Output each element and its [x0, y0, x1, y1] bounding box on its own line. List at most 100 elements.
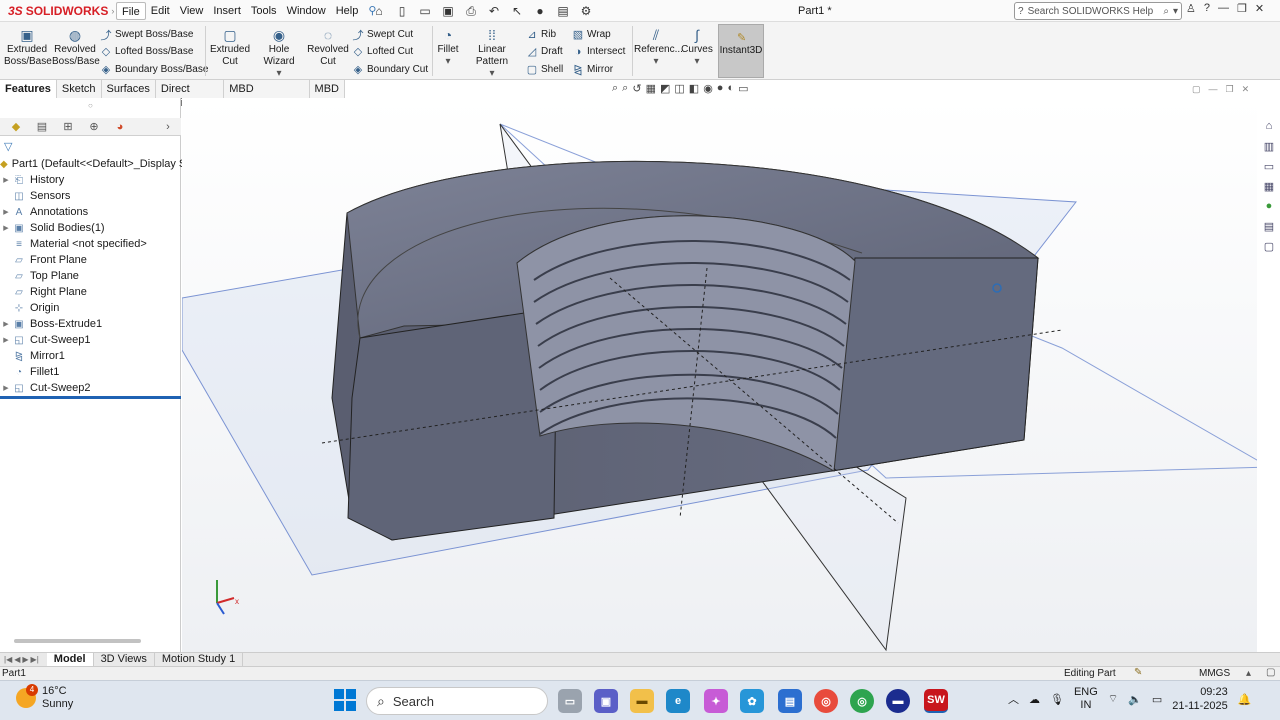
tab-model[interactable]: Model: [46, 652, 94, 667]
display-manager-tab-icon[interactable]: ◕: [110, 119, 130, 135]
swept-boss-button[interactable]: ⤴ Swept Boss/Base: [100, 27, 194, 42]
linear-pattern-dropdown-icon[interactable]: ▾: [463, 68, 521, 80]
reference-dropdown-icon[interactable]: ▾: [634, 56, 678, 68]
weather-widget[interactable]: 4 16°C Sunny: [16, 684, 73, 711]
rollback-bar[interactable]: [0, 396, 181, 399]
help-menu-icon[interactable]: ?: [1204, 2, 1210, 15]
tree-item[interactable]: ◫ Sensors: [0, 188, 181, 204]
prev-tab-icon[interactable]: ◀: [14, 655, 20, 664]
battery-icon[interactable]: ▭: [1152, 693, 1162, 706]
tree-item[interactable]: ▶ ◱ Cut-Sweep2: [0, 380, 181, 396]
tree-item[interactable]: ▶ ◱ Cut-Sweep1: [0, 332, 181, 348]
dynamic-annotation-icon[interactable]: ◩: [660, 82, 670, 95]
notifications-icon[interactable]: 🔔: [1238, 693, 1252, 706]
view-orientation-icon[interactable]: ◫: [674, 82, 684, 95]
hole-wizard-dropdown-icon[interactable]: ▾: [253, 68, 305, 80]
zoom-app-icon[interactable]: ▬: [886, 689, 910, 713]
wrap-button[interactable]: ▧ Wrap: [572, 27, 611, 42]
view-palette-icon[interactable]: ▦: [1261, 180, 1277, 196]
fillet-button[interactable]: ◔ Fillet ▾: [435, 26, 461, 68]
settings-app-icon[interactable]: ✿: [740, 689, 764, 713]
linear-pattern-button[interactable]: ⁞⁞ Linear Pattern ▾: [463, 26, 521, 80]
onedrive-icon[interactable]: ☁: [1029, 693, 1040, 706]
design-library-icon[interactable]: ▥: [1261, 140, 1277, 156]
graphics-area[interactable]: x: [182, 98, 1257, 652]
panel-grip-icon[interactable]: ○: [88, 101, 93, 110]
units-dropdown-icon[interactable]: ▴: [1246, 668, 1251, 679]
select-icon[interactable]: ↖: [508, 3, 526, 19]
curves-button[interactable]: ∫ Curves ▾: [680, 26, 714, 68]
viewport-close-icon[interactable]: ✕: [1242, 84, 1250, 95]
options-gear-icon[interactable]: ⚙: [577, 3, 595, 19]
close-icon[interactable]: ✕: [1255, 2, 1264, 15]
left-cut-face[interactable]: [347, 307, 558, 541]
hole-wizard-button[interactable]: ◉ Hole Wizard ▾: [253, 26, 305, 80]
scene-icon[interactable]: ◐: [727, 82, 734, 95]
rebuild-icon[interactable]: ●: [531, 3, 549, 19]
tree-item[interactable]: ▶ ⎗ History: [0, 172, 181, 188]
filter-icon[interactable]: ▽: [4, 140, 12, 153]
task-view-icon[interactable]: ▭: [558, 689, 582, 713]
search-input[interactable]: Search SOLIDWORKS Help: [1028, 6, 1160, 17]
logo-arrow-icon[interactable]: ›: [111, 6, 114, 16]
first-tab-icon[interactable]: |◀: [4, 655, 12, 664]
view-settings-icon[interactable]: ▭: [738, 82, 748, 95]
wifi-icon[interactable]: ⌔: [1108, 692, 1118, 706]
tree-item[interactable]: ⊹ Origin: [0, 300, 181, 316]
restore-icon[interactable]: ❐: [1237, 2, 1247, 15]
intersect-button[interactable]: ◑ Intersect: [572, 44, 626, 59]
store-icon[interactable]: ▤: [778, 689, 802, 713]
mirror-button[interactable]: ⧎ Mirror: [572, 62, 613, 77]
property-manager-tab-icon[interactable]: ▤: [32, 119, 52, 135]
viewport-restore-icon[interactable]: ▢: [1192, 84, 1201, 95]
tab-motion-study[interactable]: Motion Study 1: [155, 652, 244, 667]
new-document-icon[interactable]: ▯: [393, 3, 411, 19]
copilot-icon[interactable]: ✦: [704, 689, 728, 713]
rebuild-status-icon[interactable]: ✎: [1134, 667, 1142, 678]
tree-root[interactable]: ◆ Part1 (Default<<Default>_Display S: [0, 156, 186, 172]
open-icon[interactable]: ▭: [416, 3, 434, 19]
edit-appearance-icon[interactable]: ●: [717, 82, 724, 95]
tab-features[interactable]: Features: [0, 80, 57, 98]
model-view[interactable]: x: [182, 98, 1257, 652]
fillet-dropdown-icon[interactable]: ▾: [435, 56, 461, 68]
section-view-icon[interactable]: ▦: [646, 82, 656, 95]
tree-item[interactable]: ▶ ▣ Boss-Extrude1: [0, 316, 181, 332]
custom-properties-icon[interactable]: ▤: [1261, 220, 1277, 236]
next-tab-icon[interactable]: ▶: [22, 655, 28, 664]
shell-button[interactable]: ▢ Shell: [526, 62, 563, 77]
lofted-boss-button[interactable]: ◇ Lofted Boss/Base: [100, 44, 194, 59]
menu-insert[interactable]: Insert: [208, 2, 246, 20]
swept-cut-button[interactable]: ⤴ Swept Cut: [352, 27, 414, 42]
units-selector[interactable]: MMGS: [1199, 668, 1230, 679]
expand-panel-icon[interactable]: ›: [158, 119, 178, 135]
teams-icon[interactable]: ▣: [594, 689, 618, 713]
search-dropdown-icon[interactable]: ▾: [1173, 6, 1178, 17]
solidworks-logo[interactable]: 3S SOLIDWORKS ›: [8, 2, 114, 20]
tree-horizontal-scrollbar[interactable]: [14, 639, 141, 643]
chrome-icon[interactable]: ◎: [814, 689, 838, 713]
expand-arrow-icon[interactable]: ▶: [0, 208, 12, 216]
tab-scroll-arrows[interactable]: |◀ ◀ ▶ ▶|: [0, 655, 43, 664]
language-indicator[interactable]: ENG IN: [1074, 686, 1098, 712]
expand-arrow-icon[interactable]: ▶: [0, 384, 12, 392]
home-icon[interactable]: ⌂: [370, 3, 388, 19]
start-windows-icon[interactable]: [334, 689, 356, 711]
edge-icon[interactable]: e: [666, 689, 690, 713]
chrome-profile-icon[interactable]: ◎: [850, 689, 874, 713]
solidworks-resources-icon[interactable]: ⌂: [1261, 120, 1277, 136]
lofted-cut-button[interactable]: ◇ Lofted Cut: [352, 44, 413, 59]
tab-mbd-dimensions[interactable]: MBD Dimensions: [224, 80, 310, 109]
appearances-icon[interactable]: ●: [1261, 200, 1277, 216]
rib-button[interactable]: ⊿ Rib: [526, 27, 556, 42]
tree-item[interactable]: ▱ Top Plane: [0, 268, 181, 284]
boundary-cut-button[interactable]: ◈ Boundary Cut: [352, 62, 428, 77]
expand-arrow-icon[interactable]: ▶: [0, 224, 12, 232]
draft-button[interactable]: ◿ Draft: [526, 44, 563, 59]
expand-arrow-icon[interactable]: ▶: [0, 176, 12, 184]
file-properties-icon[interactable]: ▤: [554, 3, 572, 19]
previous-view-icon[interactable]: ↺: [632, 82, 641, 95]
clock[interactable]: 09:23 21-11-2025: [1172, 685, 1227, 713]
user-icon[interactable]: ♙: [1186, 2, 1196, 15]
tab-mbd[interactable]: MBD: [310, 80, 345, 98]
